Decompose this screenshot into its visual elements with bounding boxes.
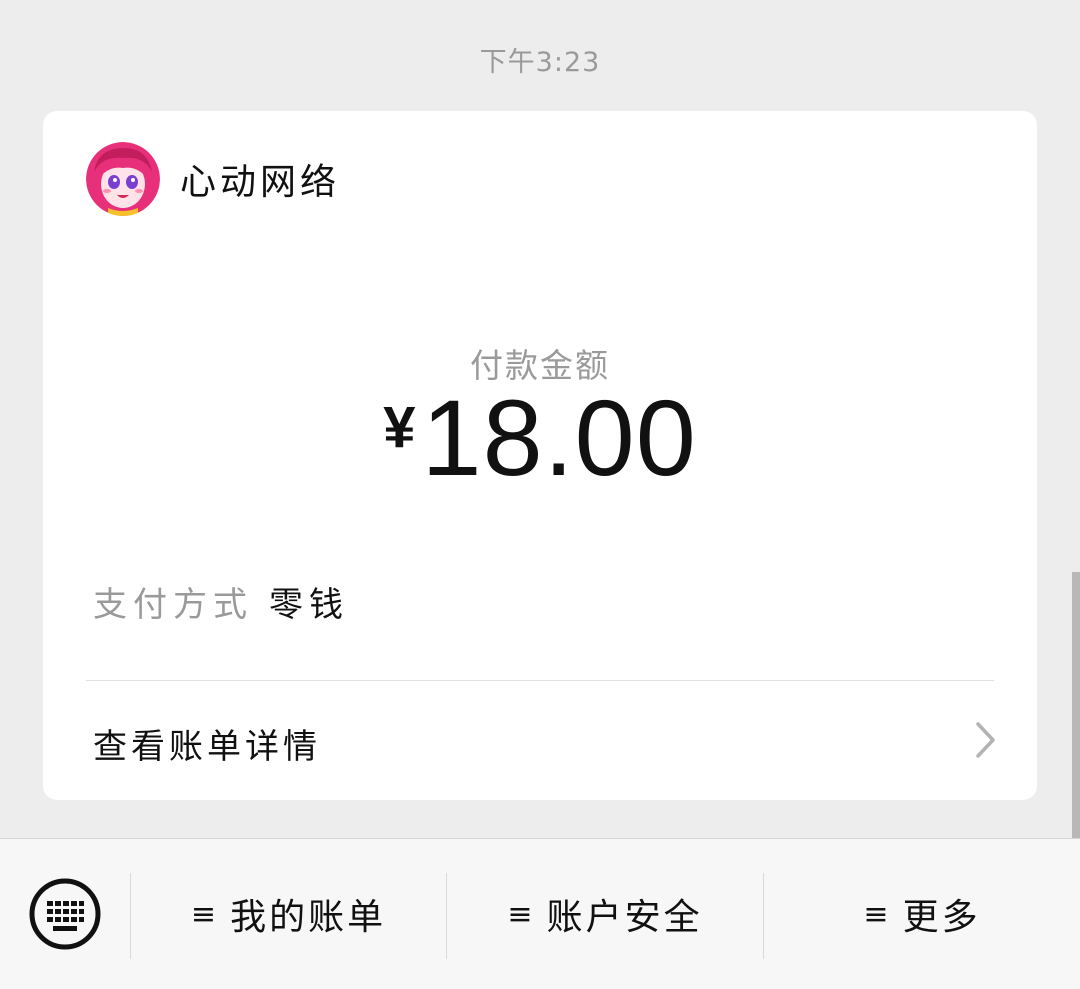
- menu-more-label: 更多: [902, 897, 981, 938]
- payment-method-value: 零钱: [269, 585, 349, 625]
- scrollbar-thumb[interactable]: [1072, 572, 1080, 838]
- service-menu-bar: ≡ 我的账单 ≡ 账户安全 ≡ 更多: [0, 838, 1080, 989]
- currency-symbol: ¥: [383, 395, 416, 460]
- menu-my-bills[interactable]: ≡ 我的账单: [131, 839, 446, 989]
- menu-account-security[interactable]: ≡ 账户安全: [447, 839, 763, 989]
- menu-more[interactable]: ≡ 更多: [764, 839, 1080, 989]
- merchant-header: 心动网络: [86, 142, 340, 216]
- keyboard-icon: [29, 878, 101, 950]
- view-bill-details-row[interactable]: 查看账单详情: [43, 681, 1037, 800]
- menu-list-icon: ≡: [507, 896, 533, 932]
- amount-value: 18.00: [421, 377, 697, 498]
- payment-method-label: 支付方式: [93, 585, 253, 625]
- menu-account-security-label: 账户安全: [546, 897, 703, 938]
- menu-list-icon: ≡: [863, 896, 889, 932]
- merchant-avatar[interactable]: [86, 142, 160, 216]
- message-timestamp: 下午3:23: [479, 47, 601, 78]
- merchant-avatar-image: [86, 142, 160, 216]
- chevron-right-icon: [975, 721, 997, 763]
- payment-card: 心动网络 付款金额 ¥ 18.00 支付方式 零钱 查看账单详情: [43, 111, 1037, 800]
- payment-method-row: 支付方式 零钱: [93, 577, 349, 626]
- merchant-name: 心动网络: [180, 162, 341, 203]
- menu-my-bills-label: 我的账单: [230, 897, 387, 938]
- view-bill-details-label: 查看账单详情: [93, 727, 321, 767]
- payment-amount: ¥ 18.00: [43, 379, 1037, 497]
- keyboard-toggle-button[interactable]: [28, 877, 102, 951]
- menu-list-icon: ≡: [190, 896, 217, 932]
